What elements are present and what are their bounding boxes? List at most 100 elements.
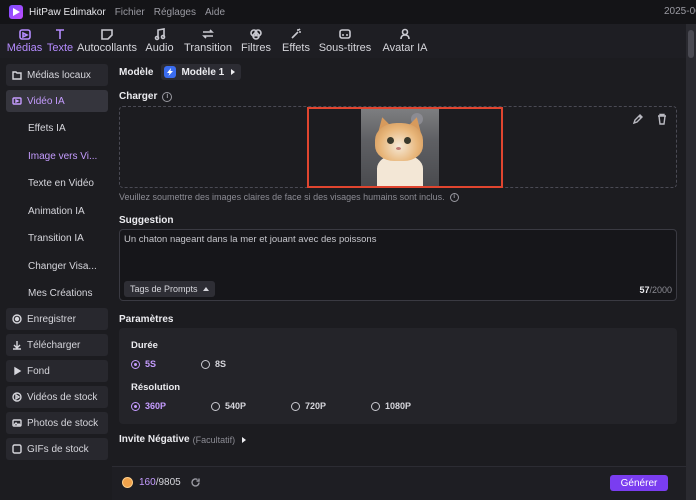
- avatar-icon: [400, 28, 410, 40]
- tab-sous-titres[interactable]: Sous-titres: [314, 24, 376, 58]
- prompt-tags-button[interactable]: Tags de Prompts: [124, 281, 215, 297]
- negative-prompt-label: Invite Négative: [119, 434, 190, 445]
- top-toolbar: Médias Texte Autocollants Audio Transiti…: [0, 24, 686, 58]
- radio-dot: [211, 401, 220, 411]
- resolution-label: Résolution: [131, 382, 181, 393]
- radio-duration-5s-label: 5S: [145, 359, 157, 369]
- clock: 2025-06: [664, 6, 696, 17]
- sticker-icon: [101, 29, 113, 40]
- sidebar-item-fond[interactable]: Fond: [6, 360, 108, 382]
- upload-label: Charger: [119, 91, 158, 102]
- title-bar: HitPaw Edimakor Fichier Réglages Aide 20…: [0, 0, 696, 24]
- radio-res-1080p-label: 1080P: [385, 401, 412, 411]
- sidebar-item-image-vers-video[interactable]: Image vers Vi...: [6, 145, 108, 167]
- char-count-used: 57: [639, 285, 650, 295]
- chevron-up-icon: [202, 287, 209, 291]
- filter-icon: [250, 29, 262, 40]
- duration-label: Durée: [131, 340, 158, 351]
- generate-button[interactable]: Générer: [610, 475, 668, 491]
- sidebar: Médias locaux Vidéo IA Effets IA Image v…: [6, 60, 110, 462]
- subtitles-icon: [339, 29, 351, 39]
- sidebar-item-medias-locaux[interactable]: Médias locaux: [6, 64, 108, 86]
- effects-icon: [291, 28, 301, 39]
- sidebar-item-videos-de-stock[interactable]: Vidéos de stock: [6, 386, 108, 408]
- scrollbar-thumb[interactable]: [688, 30, 694, 58]
- sidebar-item-effets-ia[interactable]: Effets IA: [6, 117, 108, 139]
- radio-res-540p[interactable]: 540P: [211, 401, 246, 411]
- radio-res-540p-label: 540P: [225, 401, 247, 411]
- radio-duration-8s[interactable]: 8S: [201, 359, 226, 369]
- tab-filtres[interactable]: Filtres: [234, 24, 278, 58]
- sidebar-item-texte-en-video[interactable]: Texte en Vidéo: [6, 172, 108, 194]
- folder-icon: [12, 70, 22, 80]
- radio-dot: [291, 401, 300, 411]
- menu-reglages[interactable]: Réglages: [154, 7, 196, 18]
- tab-texte[interactable]: Texte: [43, 24, 77, 58]
- download-icon: [12, 340, 22, 350]
- radio-dot: [371, 401, 380, 411]
- sidebar-footer: [0, 466, 112, 500]
- sidebar-item-photos-de-stock[interactable]: Photos de stock: [6, 412, 108, 434]
- tab-audio[interactable]: Audio: [137, 24, 182, 58]
- sidebar-item-gifs-de-stock[interactable]: GIFs de stock: [6, 438, 108, 460]
- tab-medias[interactable]: Médias: [6, 24, 43, 58]
- model-value: Modèle 1: [181, 66, 225, 78]
- radio-res-360p-label: 360P: [145, 401, 167, 411]
- sidebar-item-enregistrer[interactable]: Enregistrer: [6, 308, 108, 330]
- audio-icon: [154, 28, 165, 41]
- credits-used: 160: [139, 477, 156, 488]
- radio-res-720p[interactable]: 720P: [291, 401, 326, 411]
- hint-info-icon[interactable]: i: [449, 192, 459, 202]
- stock-photo-icon: [12, 418, 22, 428]
- radio-dot: [131, 359, 140, 369]
- refresh-icon[interactable]: [190, 477, 201, 488]
- cat-nose: [396, 147, 401, 150]
- radio-dot: [131, 401, 140, 411]
- params-label: Paramètres: [119, 314, 174, 325]
- radio-duration-5s[interactable]: 5S: [131, 359, 156, 369]
- model-selector[interactable]: Modèle 1: [161, 64, 242, 80]
- suggestion-label: Suggestion: [119, 215, 174, 226]
- upload-hint-row: Veuillez soumettre des images claires de…: [119, 192, 459, 202]
- uploaded-image-frame[interactable]: [307, 107, 503, 188]
- upload-hint: Veuillez soumettre des images claires de…: [119, 192, 445, 202]
- uploaded-cat-image: [361, 109, 439, 186]
- upload-label-row: Charger i: [119, 91, 173, 102]
- tab-effets[interactable]: Effets: [278, 24, 314, 58]
- tab-transition[interactable]: Transition: [182, 24, 234, 58]
- radio-res-720p-label: 720P: [305, 401, 327, 411]
- play-icon: [12, 366, 22, 376]
- record-icon: [12, 314, 22, 324]
- sidebar-item-mes-creations[interactable]: Mes Créations: [6, 282, 108, 304]
- radio-res-360p[interactable]: 360P: [131, 401, 166, 411]
- negative-prompt-toggle[interactable]: Invite Négative (Facultatif): [119, 434, 247, 445]
- sidebar-item-animation-ia[interactable]: Animation IA: [6, 200, 108, 222]
- image-dropzone[interactable]: [119, 106, 677, 188]
- prompt-text[interactable]: Un chaton nageant dans la mer et jouant …: [124, 234, 376, 245]
- info-icon[interactable]: i: [162, 91, 173, 102]
- sidebar-item-telecharger[interactable]: Télécharger: [6, 334, 108, 356]
- radio-duration-8s-label: 8S: [215, 359, 227, 369]
- trash-icon[interactable]: [656, 113, 668, 125]
- text-icon: [56, 29, 64, 39]
- chevron-right-icon: [231, 69, 236, 75]
- ai-video-icon: [12, 96, 22, 106]
- radio-res-1080p[interactable]: 1080P: [371, 401, 411, 411]
- menu-fichier[interactable]: Fichier: [115, 7, 145, 18]
- gif-icon: [12, 444, 22, 454]
- cat-head: [375, 123, 423, 161]
- edit-icon[interactable]: [632, 113, 644, 125]
- sidebar-item-transition-ia[interactable]: Transition IA: [6, 227, 108, 249]
- prompt-textarea[interactable]: Un chaton nageant dans la mer et jouant …: [119, 229, 677, 301]
- menu-aide[interactable]: Aide: [205, 7, 225, 18]
- tab-autocollants[interactable]: Autocollants: [77, 24, 137, 58]
- stock-video-icon: [12, 392, 22, 402]
- app-logo-icon: [9, 5, 23, 19]
- model-label: Modèle: [119, 66, 154, 78]
- footer-bar: 160 /9805 Générer: [112, 466, 686, 500]
- right-scrollbar[interactable]: [686, 24, 696, 500]
- sidebar-item-video-ia[interactable]: Vidéo IA: [6, 90, 108, 112]
- tab-avatar-ia[interactable]: Avatar IA: [376, 24, 434, 58]
- sidebar-item-changer-visage[interactable]: Changer Visa...: [6, 255, 108, 277]
- credits-total: /9805: [155, 477, 181, 488]
